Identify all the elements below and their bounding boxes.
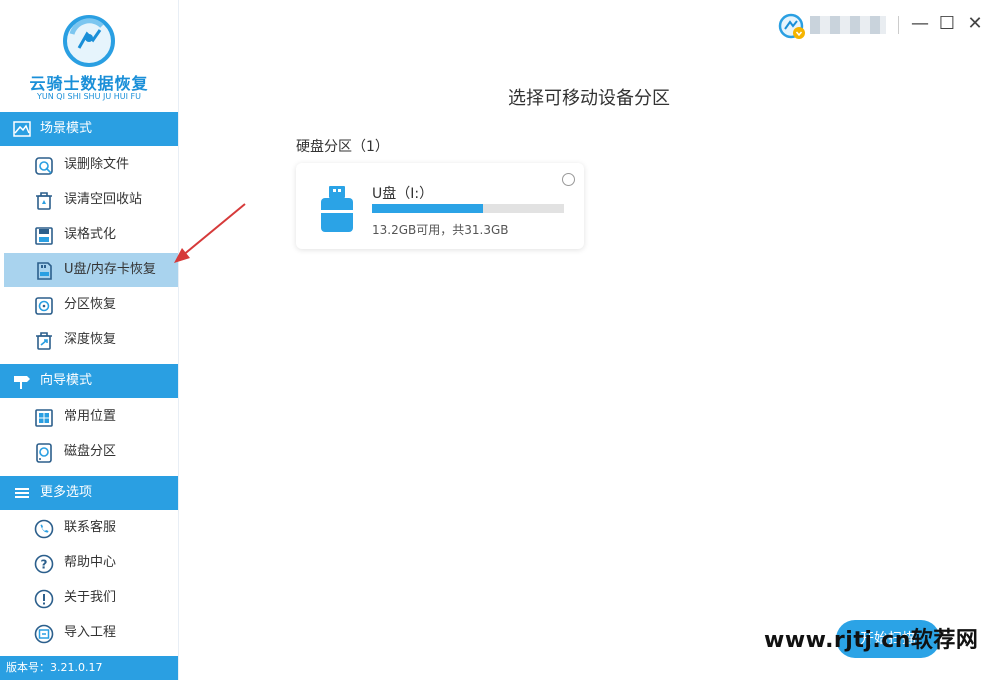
svg-text:?: ? xyxy=(41,558,48,572)
logo-icon xyxy=(63,15,115,67)
menu-icon xyxy=(15,488,29,498)
app-logo: 云骑士数据恢复 YUN QI SHI SHU JU HUI FU xyxy=(0,0,178,112)
user-avatar-icon[interactable] xyxy=(778,13,806,41)
section-scene-mode: 场景模式 xyxy=(0,112,178,146)
section-label: 更多选项 xyxy=(40,485,93,500)
sidebar-item-label: 联系客服 xyxy=(64,520,117,535)
titlebar-divider xyxy=(898,16,899,34)
watermark-text: www.rjtj.cn软荐网 xyxy=(764,628,979,653)
import-icon xyxy=(34,624,54,644)
sidebar-item-label: 磁盘分区 xyxy=(64,444,117,459)
close-button[interactable]: ✕ xyxy=(963,12,987,36)
mountain-icon xyxy=(13,121,31,137)
deep-recovery-icon xyxy=(36,332,52,350)
signpost-icon xyxy=(14,376,30,389)
sidebar-item-label: U盘/内存卡恢复 xyxy=(64,262,156,277)
sidebar-item-label: 帮助中心 xyxy=(64,555,117,570)
sidebar-item-common-locations[interactable]: 常用位置 xyxy=(4,400,178,434)
phone-icon xyxy=(34,519,54,539)
sidebar-item-label: 常用位置 xyxy=(64,409,117,424)
help-icon: ? xyxy=(34,554,54,574)
usage-bar-fill xyxy=(372,204,484,213)
sidebar-item-label: 关于我们 xyxy=(64,590,117,605)
sidebar-item-delete-file[interactable]: 误删除文件 xyxy=(4,148,178,182)
sidebar-item-usb-card[interactable]: U盘/内存卡恢复 xyxy=(4,253,178,287)
partition-icon xyxy=(35,297,53,315)
sidebar-item-label: 误删除文件 xyxy=(64,157,130,172)
section-guide-mode: 向导模式 xyxy=(0,364,178,398)
sidebar-item-disk-partition[interactable]: 磁盘分区 xyxy=(4,435,178,469)
sidebar-item-label: 分区恢复 xyxy=(64,297,117,312)
device-capacity: 13.2GB可用，共31.3GB xyxy=(372,223,509,237)
sidebar-item-help-center[interactable]: ? 帮助中心 xyxy=(4,546,178,580)
device-card[interactable]: U盘（I:） 13.2GB可用，共31.3GB xyxy=(296,163,584,249)
usage-bar xyxy=(372,204,564,213)
sidebar-item-partition-recovery[interactable]: 分区恢复 xyxy=(4,288,178,322)
app-name-pinyin: YUN QI SHI SHU JU HUI FU xyxy=(37,92,141,101)
minimize-button[interactable]: — xyxy=(908,12,932,36)
sidebar-item-format[interactable]: 误格式化 xyxy=(4,218,178,252)
delete-file-icon xyxy=(35,157,53,175)
sidebar-item-contact-support[interactable]: 联系客服 xyxy=(4,511,178,545)
section-label: 场景模式 xyxy=(40,121,93,136)
floppy-disk-icon xyxy=(35,227,53,245)
section-label: 向导模式 xyxy=(40,373,93,388)
sidebar-item-import-project[interactable]: 导入工程 xyxy=(4,616,178,650)
sidebar-item-label: 导入工程 xyxy=(64,625,117,640)
sidebar-item-label: 深度恢复 xyxy=(64,332,117,347)
version-label: 版本号：3.21.0.17 xyxy=(0,656,178,680)
maximize-button[interactable]: ☐ xyxy=(935,12,959,36)
sidebar-item-deep-recovery[interactable]: 深度恢复 xyxy=(4,323,178,357)
windows-icon xyxy=(35,409,53,427)
sidebar-item-label: 误清空回收站 xyxy=(64,192,143,207)
sidebar-item-recycle-bin[interactable]: 误清空回收站 xyxy=(4,183,178,217)
device-select-radio[interactable] xyxy=(562,173,575,186)
device-name: U盘（I:） xyxy=(372,186,434,202)
sd-card-icon xyxy=(37,262,52,280)
recycle-bin-icon xyxy=(36,192,52,210)
page-title: 选择可移动设备分区 xyxy=(508,88,670,109)
sidebar-item-label: 误格式化 xyxy=(64,227,117,242)
usb-drive-icon xyxy=(321,186,353,232)
username-redacted xyxy=(810,16,886,34)
sidebar-item-about-us[interactable]: 关于我们 xyxy=(4,581,178,615)
disk-icon xyxy=(36,443,52,463)
section-more-options: 更多选项 xyxy=(0,476,178,510)
partition-group-label: 硬盘分区（1） xyxy=(296,139,389,155)
info-icon xyxy=(34,589,54,609)
app-name: 云骑士数据恢复 xyxy=(29,74,149,93)
sidebar: 云骑士数据恢复 YUN QI SHI SHU JU HUI FU 场景模式 误删… xyxy=(0,0,179,680)
